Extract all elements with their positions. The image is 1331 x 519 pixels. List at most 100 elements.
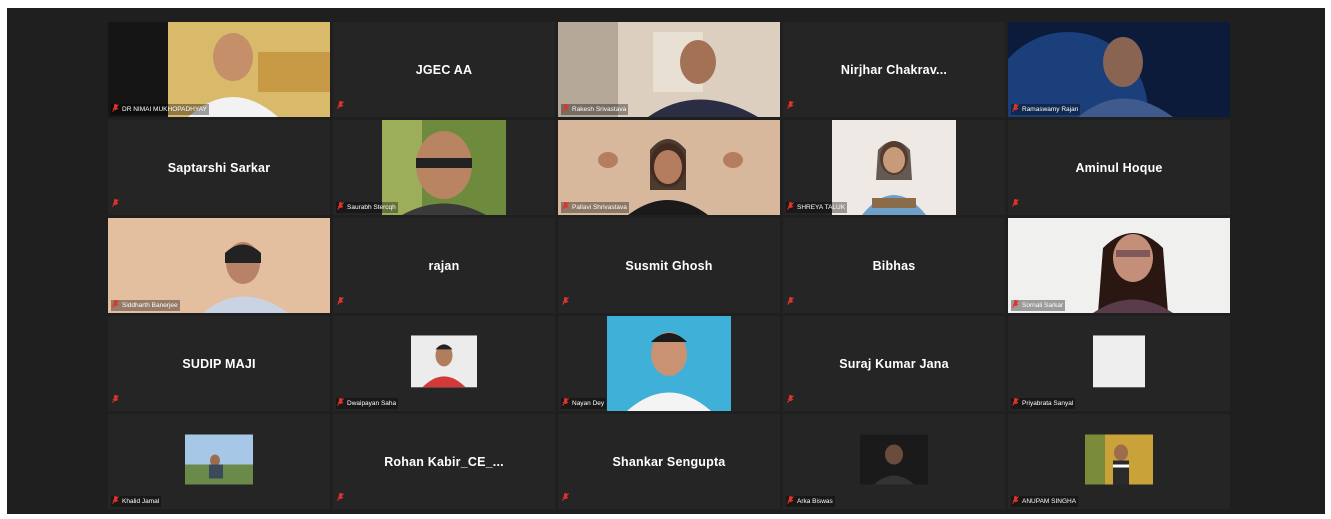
- participant-name: Saurabh Stercqh: [347, 204, 396, 211]
- muted-mic-icon: [1012, 104, 1019, 115]
- muted-mic-icon: [112, 194, 119, 212]
- video-feed: [1008, 22, 1230, 117]
- participant-name: Sornali Sarkar: [1022, 302, 1064, 309]
- participant-tile[interactable]: Siddharth Banerjee: [108, 218, 330, 313]
- video-feed: [832, 120, 956, 215]
- participant-tile[interactable]: Pallavi Shrivastava: [558, 120, 780, 215]
- participant-label: Nayan Dey: [561, 398, 607, 409]
- participant-name: SUDIP MAJI: [182, 356, 256, 371]
- participant-tile[interactable]: SUDIP MAJI: [108, 316, 330, 411]
- participant-label: Khalid Jamal: [111, 496, 162, 507]
- participant-name: Suraj Kumar Jana: [839, 356, 949, 371]
- muted-mic-icon: [337, 202, 344, 213]
- participant-name: DR NIMAI MUKHOPADHYAY: [122, 106, 207, 113]
- muted-mic-icon: [112, 496, 119, 507]
- participant-label: ANUPAM SINGHA: [1011, 496, 1079, 507]
- participant-label: Dwaipayan Saha: [336, 398, 399, 409]
- participant-name: Rohan Kabir_CE_...: [384, 454, 504, 469]
- participant-tile[interactable]: Khalid Jamal: [108, 414, 330, 509]
- zoom-gallery-window: DR NIMAI MUKHOPADHYAY JGEC AA Rakesh Sriva…: [7, 8, 1325, 514]
- participant-label: SHREYA TALUK: [786, 202, 848, 213]
- participant-tile[interactable]: Arka Biswas: [783, 414, 1005, 509]
- participant-name: ANUPAM SINGHA: [1022, 498, 1077, 505]
- participant-name: Shankar Sengupta: [612, 454, 726, 469]
- participant-tile[interactable]: Bibhas: [783, 218, 1005, 313]
- participant-tile[interactable]: Susmit Ghosh: [558, 218, 780, 313]
- muted-mic-icon: [112, 300, 119, 311]
- participant-label: Sornali Sarkar: [1011, 300, 1066, 311]
- participant-label: Priyabrata Sanyal: [1011, 398, 1076, 409]
- muted-mic-icon: [337, 398, 344, 409]
- video-feed: [558, 120, 780, 215]
- muted-mic-icon: [787, 390, 794, 408]
- video-feed: [558, 22, 780, 117]
- participant-label: Saurabh Stercqh: [336, 202, 398, 213]
- participant-tile[interactable]: Dwaipayan Saha: [333, 316, 555, 411]
- participant-tile[interactable]: Sornali Sarkar: [1008, 218, 1230, 313]
- participant-label: Siddharth Banerjee: [111, 300, 180, 311]
- video-feed: [108, 218, 330, 313]
- muted-mic-icon: [562, 488, 569, 506]
- participant-name: Arka Biswas: [797, 498, 833, 505]
- video-feed: [1093, 334, 1145, 387]
- participant-name: rajan: [428, 258, 460, 273]
- muted-mic-icon: [787, 96, 794, 114]
- participant-label: DR NIMAI MUKHOPADHYAY: [111, 104, 209, 115]
- participant-tile[interactable]: Nayan Dey: [558, 316, 780, 411]
- participant-name: Dwaipayan Saha: [347, 400, 397, 407]
- participant-name: Siddharth Banerjee: [122, 302, 178, 309]
- participant-name: Saptarshi Sarkar: [167, 160, 271, 175]
- muted-mic-icon: [1012, 300, 1019, 311]
- participant-tile[interactable]: Nirjhar Chakrav...: [783, 22, 1005, 117]
- participant-name: Aminul Hoque: [1075, 160, 1163, 175]
- participant-name: JGEC AA: [415, 62, 473, 77]
- muted-mic-icon: [562, 202, 569, 213]
- video-feed: [607, 316, 731, 411]
- muted-mic-icon: [1012, 398, 1019, 409]
- video-feed: [185, 434, 253, 484]
- video-feed: [1085, 434, 1153, 484]
- participant-name: Susmit Ghosh: [625, 258, 713, 273]
- participant-name: SHREYA TALUK: [797, 204, 846, 211]
- participant-tile[interactable]: ANUPAM SINGHA: [1008, 414, 1230, 509]
- participant-name: Ramaswamy Rajan: [1022, 106, 1079, 113]
- muted-mic-icon: [337, 488, 344, 506]
- participant-tile[interactable]: rajan: [333, 218, 555, 313]
- muted-mic-icon: [787, 496, 794, 507]
- muted-mic-icon: [787, 202, 794, 213]
- participant-tile[interactable]: Saurabh Stercqh: [333, 120, 555, 215]
- participant-label: Rakesh Srivastava: [561, 104, 629, 115]
- muted-mic-icon: [562, 398, 569, 409]
- video-feed: [1008, 218, 1230, 313]
- participant-name: Priyabrata Sanyal: [1022, 400, 1074, 407]
- participant-label: Arka Biswas: [786, 496, 835, 507]
- muted-mic-icon: [112, 104, 119, 115]
- video-feed: [382, 120, 506, 215]
- muted-mic-icon: [337, 292, 344, 310]
- muted-mic-icon: [787, 292, 794, 310]
- muted-mic-icon: [562, 104, 569, 115]
- video-feed: [411, 334, 477, 387]
- muted-mic-icon: [562, 292, 569, 310]
- participant-tile[interactable]: Priyabrata Sanyal: [1008, 316, 1230, 411]
- muted-mic-icon: [1012, 496, 1019, 507]
- participant-tile[interactable]: JGEC AA: [333, 22, 555, 117]
- participant-tile[interactable]: Rakesh Srivastava: [558, 22, 780, 117]
- participant-tile[interactable]: Suraj Kumar Jana: [783, 316, 1005, 411]
- muted-mic-icon: [112, 390, 119, 408]
- participant-grid: DR NIMAI MUKHOPADHYAY JGEC AA Rakesh Sriva…: [108, 22, 1230, 509]
- video-feed: [860, 434, 928, 484]
- participant-name: Pallavi Shrivastava: [572, 204, 627, 211]
- video-feed: [108, 22, 330, 117]
- participant-tile[interactable]: Aminul Hoque: [1008, 120, 1230, 215]
- muted-mic-icon: [1012, 194, 1019, 212]
- participant-tile[interactable]: Ramaswamy Rajan: [1008, 22, 1230, 117]
- participant-name: Nirjhar Chakrav...: [840, 62, 948, 77]
- muted-mic-icon: [337, 96, 344, 114]
- participant-tile[interactable]: Rohan Kabir_CE_...: [333, 414, 555, 509]
- participant-tile[interactable]: DR NIMAI MUKHOPADHYAY: [108, 22, 330, 117]
- participant-tile[interactable]: SHREYA TALUK: [783, 120, 1005, 215]
- participant-name: Khalid Jamal: [122, 498, 160, 505]
- participant-tile[interactable]: Shankar Sengupta: [558, 414, 780, 509]
- participant-tile[interactable]: Saptarshi Sarkar: [108, 120, 330, 215]
